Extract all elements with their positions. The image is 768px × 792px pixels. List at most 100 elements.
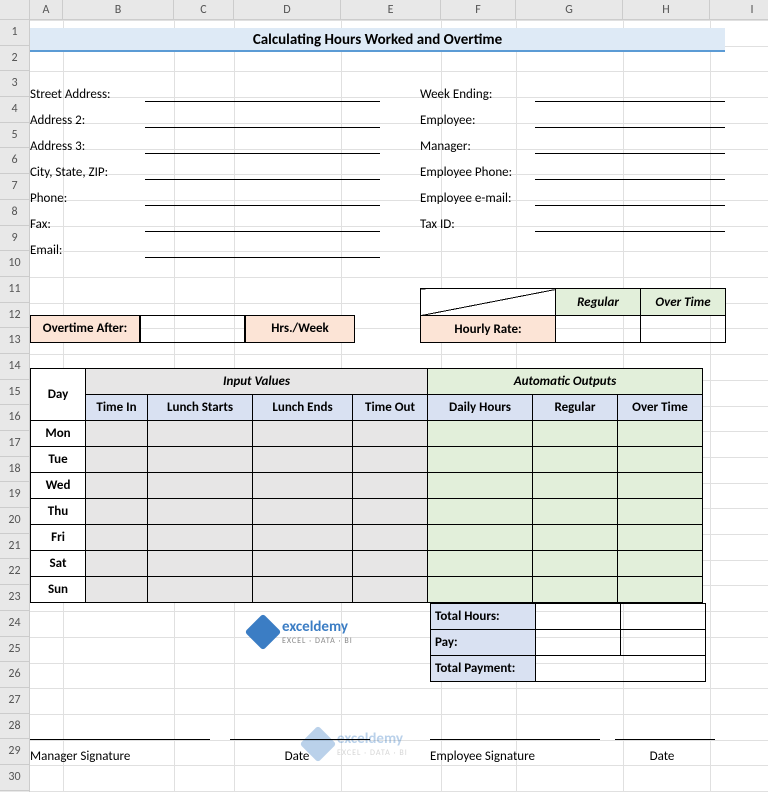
- employee-signature-line[interactable]: [430, 720, 600, 740]
- col-header[interactable]: C: [174, 0, 234, 19]
- daily-hours-cell[interactable]: [428, 499, 533, 525]
- field-input-line[interactable]: [535, 84, 725, 102]
- overtime-value-cell[interactable]: [140, 315, 245, 343]
- time-in-cell[interactable]: [86, 577, 148, 603]
- field-input-line[interactable]: [145, 214, 380, 232]
- total-payment-cell[interactable]: [536, 656, 706, 682]
- regular-cell[interactable]: [533, 551, 618, 577]
- time-out-cell[interactable]: [353, 577, 428, 603]
- time-out-cell[interactable]: [353, 551, 428, 577]
- row-header[interactable]: 5: [0, 123, 29, 149]
- manager-signature-line[interactable]: [30, 720, 210, 740]
- field-input-line[interactable]: [535, 162, 725, 180]
- row-header[interactable]: 20: [0, 508, 29, 534]
- lunch-starts-cell[interactable]: [148, 447, 253, 473]
- lunch-starts-cell[interactable]: [148, 525, 253, 551]
- row-header[interactable]: 10: [0, 251, 29, 277]
- row-header[interactable]: 12: [0, 303, 29, 329]
- lunch-starts-cell[interactable]: [148, 421, 253, 447]
- lunch-ends-cell[interactable]: [253, 525, 353, 551]
- time-out-cell[interactable]: [353, 447, 428, 473]
- field-input-line[interactable]: [535, 214, 725, 232]
- col-header[interactable]: I: [710, 0, 768, 19]
- pay-ot[interactable]: [621, 630, 706, 656]
- daily-hours-cell[interactable]: [428, 421, 533, 447]
- overtime-cell[interactable]: [618, 551, 703, 577]
- field-input-line[interactable]: [535, 188, 725, 206]
- row-header[interactable]: 22: [0, 559, 29, 585]
- field-input-line[interactable]: [145, 188, 380, 206]
- overtime-cell[interactable]: [618, 525, 703, 551]
- lunch-starts-cell[interactable]: [148, 499, 253, 525]
- manager-date-line[interactable]: [230, 720, 370, 740]
- lunch-ends-cell[interactable]: [253, 473, 353, 499]
- lunch-starts-cell[interactable]: [148, 551, 253, 577]
- row-header[interactable]: 29: [0, 739, 29, 765]
- overtime-cell[interactable]: [618, 577, 703, 603]
- rate-overtime-cell[interactable]: [641, 316, 726, 343]
- lunch-ends-cell[interactable]: [253, 577, 353, 603]
- row-header[interactable]: 15: [0, 380, 29, 406]
- overtime-cell[interactable]: [618, 421, 703, 447]
- row-header[interactable]: 11: [0, 277, 29, 303]
- daily-hours-cell[interactable]: [428, 525, 533, 551]
- col-header[interactable]: E: [341, 0, 441, 19]
- regular-cell[interactable]: [533, 473, 618, 499]
- lunch-ends-cell[interactable]: [253, 551, 353, 577]
- row-header[interactable]: 13: [0, 328, 29, 354]
- corner-cell[interactable]: [0, 0, 30, 19]
- field-input-line[interactable]: [535, 110, 725, 128]
- row-header[interactable]: 2: [0, 46, 29, 72]
- total-hours-reg[interactable]: [536, 604, 621, 630]
- time-out-cell[interactable]: [353, 525, 428, 551]
- time-out-cell[interactable]: [353, 473, 428, 499]
- lunch-ends-cell[interactable]: [253, 421, 353, 447]
- time-in-cell[interactable]: [86, 551, 148, 577]
- regular-cell[interactable]: [533, 447, 618, 473]
- row-header[interactable]: 26: [0, 662, 29, 688]
- regular-cell[interactable]: [533, 421, 618, 447]
- lunch-starts-cell[interactable]: [148, 473, 253, 499]
- row-header[interactable]: 24: [0, 611, 29, 637]
- time-in-cell[interactable]: [86, 473, 148, 499]
- overtime-cell[interactable]: [618, 473, 703, 499]
- regular-cell[interactable]: [533, 525, 618, 551]
- overtime-cell[interactable]: [618, 447, 703, 473]
- time-in-cell[interactable]: [86, 525, 148, 551]
- time-out-cell[interactable]: [353, 499, 428, 525]
- pay-reg[interactable]: [536, 630, 621, 656]
- row-header[interactable]: 3: [0, 71, 29, 97]
- col-header[interactable]: F: [441, 0, 516, 19]
- field-input-line[interactable]: [145, 110, 380, 128]
- field-input-line[interactable]: [145, 240, 380, 258]
- total-hours-ot[interactable]: [621, 604, 706, 630]
- col-header[interactable]: B: [63, 0, 174, 19]
- time-in-cell[interactable]: [86, 421, 148, 447]
- row-header[interactable]: 6: [0, 148, 29, 174]
- row-header[interactable]: 8: [0, 200, 29, 226]
- row-header[interactable]: 7: [0, 174, 29, 200]
- row-header[interactable]: 1: [0, 20, 29, 46]
- row-header[interactable]: 9: [0, 226, 29, 252]
- col-header[interactable]: D: [234, 0, 341, 19]
- lunch-ends-cell[interactable]: [253, 499, 353, 525]
- row-header[interactable]: 16: [0, 405, 29, 431]
- daily-hours-cell[interactable]: [428, 551, 533, 577]
- employee-date-line[interactable]: [615, 720, 715, 740]
- field-input-line[interactable]: [145, 162, 380, 180]
- col-header[interactable]: H: [623, 0, 710, 19]
- time-in-cell[interactable]: [86, 447, 148, 473]
- row-header[interactable]: 17: [0, 431, 29, 457]
- lunch-ends-cell[interactable]: [253, 447, 353, 473]
- daily-hours-cell[interactable]: [428, 473, 533, 499]
- regular-cell[interactable]: [533, 577, 618, 603]
- overtime-cell[interactable]: [618, 499, 703, 525]
- daily-hours-cell[interactable]: [428, 447, 533, 473]
- regular-cell[interactable]: [533, 499, 618, 525]
- row-header[interactable]: 19: [0, 482, 29, 508]
- rate-regular-cell[interactable]: [556, 316, 641, 343]
- lunch-starts-cell[interactable]: [148, 577, 253, 603]
- row-header[interactable]: 25: [0, 637, 29, 663]
- row-header[interactable]: 4: [0, 97, 29, 123]
- row-header[interactable]: 28: [0, 714, 29, 740]
